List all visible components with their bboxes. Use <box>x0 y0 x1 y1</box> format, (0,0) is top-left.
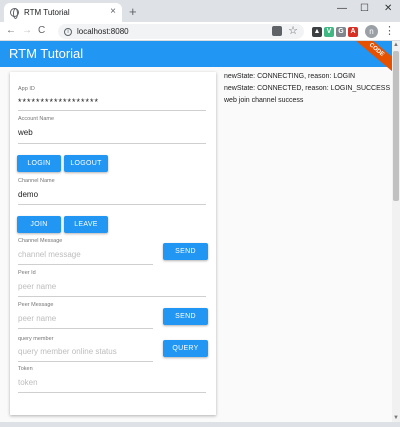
browser-menu-icon[interactable]: ⋮ <box>384 24 395 37</box>
channel-message-input[interactable]: channel message <box>18 250 81 259</box>
tab-close-icon[interactable]: × <box>110 6 116 17</box>
query-member-label: query member <box>18 336 54 342</box>
peer-message-input[interactable]: peer name <box>18 314 56 323</box>
browser-toolbar: ← → C i localhost:8080 ☆ ▲ V G A n ⋮ <box>0 22 400 41</box>
app-id-underline <box>18 110 206 111</box>
channel-name-input[interactable]: demo <box>18 190 38 199</box>
page-viewport: RTM Tutorial CODE App ID ***************… <box>0 41 392 422</box>
peer-id-underline <box>18 296 206 297</box>
scroll-down-icon[interactable]: ▼ <box>393 415 399 421</box>
ext-dark-icon[interactable]: ▲ <box>312 27 322 37</box>
url-text: localhost:8080 <box>77 27 129 36</box>
log-line: newState: CONNECTING, reason: LOGIN <box>224 73 356 80</box>
account-name-label: Account Name <box>18 116 55 122</box>
event-log: newState: CONNECTING, reason: LOGIN newS… <box>224 71 390 107</box>
rtm-form-card: App ID ****************** Account Name w… <box>10 72 216 415</box>
profile-avatar[interactable]: n <box>365 25 378 38</box>
browser-tab-strip: RTM Tutorial × + — ☐ ✕ <box>0 0 400 22</box>
channel-message-label: Channel Message <box>18 238 63 244</box>
info-icon[interactable]: i <box>64 27 72 36</box>
forward-button[interactable]: → <box>22 25 32 36</box>
back-button[interactable]: ← <box>6 25 16 36</box>
channel-message-underline <box>18 264 153 265</box>
token-label: Token <box>18 366 33 372</box>
browser-tab[interactable]: RTM Tutorial × <box>4 3 122 22</box>
peer-message-underline <box>18 328 153 329</box>
channel-name-label: Channel Name <box>18 178 55 184</box>
leave-button[interactable]: LEAVE <box>64 216 108 233</box>
send-channel-message-button[interactable]: SEND <box>163 243 208 260</box>
query-member-input[interactable]: query member online status <box>18 347 117 356</box>
window-close-button[interactable]: ✕ <box>384 3 392 14</box>
peer-id-input[interactable]: peer name <box>18 282 56 291</box>
ext-grey-icon[interactable]: G <box>336 27 346 37</box>
tab-title: RTM Tutorial <box>24 8 70 17</box>
scroll-up-icon[interactable]: ▲ <box>393 42 399 48</box>
globe-icon <box>10 8 19 19</box>
address-bar[interactable]: i localhost:8080 ☆ <box>58 24 304 39</box>
peer-message-label: Peer Message <box>18 302 54 308</box>
minimize-button[interactable]: — <box>337 3 347 14</box>
query-button[interactable]: QUERY <box>163 340 208 357</box>
ext-red-icon[interactable]: A <box>348 27 358 37</box>
code-ribbon[interactable]: CODE <box>349 41 392 74</box>
account-name-underline <box>18 143 206 144</box>
bookmark-star-icon[interactable]: ☆ <box>288 24 298 37</box>
send-peer-message-button[interactable]: SEND <box>163 308 208 325</box>
login-button[interactable]: LOGIN <box>17 155 61 172</box>
app-bar: RTM Tutorial CODE <box>0 41 392 74</box>
log-line: web join channel success <box>224 97 304 104</box>
page-scrollbar[interactable]: ▲ ▼ <box>392 41 400 422</box>
token-underline <box>18 392 206 393</box>
new-tab-button[interactable]: + <box>129 4 137 19</box>
reload-button[interactable]: C <box>38 25 45 36</box>
log-line: newState: CONNECTED, reason: LOGIN_SUCCE… <box>224 85 391 92</box>
ext-vue-icon[interactable]: V <box>324 27 334 37</box>
app-title: RTM Tutorial <box>9 46 84 61</box>
app-id-input[interactable]: ****************** <box>18 97 99 107</box>
channel-name-underline <box>18 204 206 205</box>
query-member-underline <box>18 361 153 362</box>
token-input[interactable]: token <box>18 378 38 387</box>
maximize-button[interactable]: ☐ <box>360 3 369 14</box>
join-button[interactable]: JOIN <box>17 216 61 233</box>
peer-id-label: Peer Id <box>18 270 36 276</box>
account-name-input[interactable]: web <box>18 128 33 137</box>
translate-icon[interactable] <box>272 26 282 36</box>
app-id-label: App ID <box>18 86 35 92</box>
logout-button[interactable]: LOGOUT <box>64 155 108 172</box>
scrollbar-thumb[interactable] <box>393 51 399 201</box>
window-bottom-edge <box>0 422 400 427</box>
